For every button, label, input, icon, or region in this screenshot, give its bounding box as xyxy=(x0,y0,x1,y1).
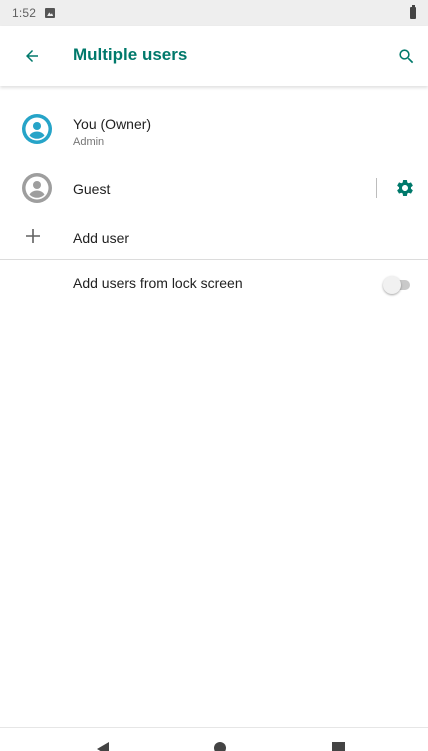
add-user-row[interactable]: Add user xyxy=(0,213,428,263)
owner-role: Admin xyxy=(73,136,105,148)
nav-home-icon[interactable] xyxy=(214,742,226,751)
battery-icon xyxy=(410,5,416,19)
page-title: Multiple users xyxy=(73,45,188,64)
navigation-bar xyxy=(0,727,428,751)
lock-screen-toggle[interactable] xyxy=(383,276,411,294)
gear-icon xyxy=(397,180,413,196)
owner-user-row[interactable]: You (Owner) Admin xyxy=(0,100,428,165)
nav-back-icon[interactable] xyxy=(96,742,110,751)
search-button[interactable] xyxy=(392,42,420,70)
user-list: You (Owner) Admin Guest Add user xyxy=(0,86,428,263)
status-bar: 1:52 xyxy=(0,0,428,26)
toggle-thumb xyxy=(383,276,401,294)
owner-avatar-icon xyxy=(22,114,52,144)
nav-recents-icon[interactable] xyxy=(332,742,345,751)
add-user-label: Add user xyxy=(73,230,130,246)
vertical-divider xyxy=(376,178,377,198)
guest-avatar-icon xyxy=(22,173,52,203)
status-time: 1:52 xyxy=(12,6,37,20)
guest-settings-button[interactable] xyxy=(393,176,417,200)
lock-screen-row[interactable]: Add users from lock screen xyxy=(0,260,428,310)
owner-name: You (Owner) xyxy=(73,116,152,132)
plus-icon xyxy=(26,229,40,243)
app-bar: Multiple users xyxy=(0,26,428,86)
guest-name: Guest xyxy=(73,181,111,197)
image-notification-icon xyxy=(45,8,56,18)
search-icon xyxy=(398,48,413,63)
lock-screen-label: Add users from lock screen xyxy=(73,275,243,291)
back-button[interactable] xyxy=(18,42,46,70)
arrow-back-icon xyxy=(26,50,38,62)
guest-user-row[interactable]: Guest xyxy=(0,165,428,213)
